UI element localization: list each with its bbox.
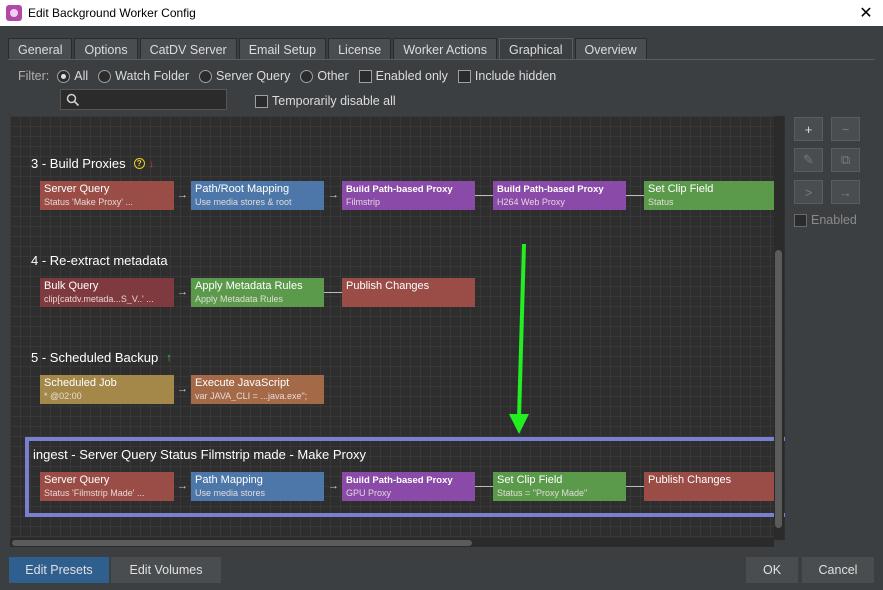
enabled-checkbox[interactable]: Enabled [794, 213, 857, 227]
connector-arrow-icon: → [328, 189, 339, 201]
node-build-proxy-filmstrip[interactable]: Build Path-based Proxy Filmstrip [342, 181, 475, 210]
connector-line [475, 486, 493, 487]
filter-row: Filter: All Watch Folder Server Query Ot… [18, 68, 566, 84]
node-build-proxy-h264[interactable]: Build Path-based Proxy H264 Web Proxy [493, 181, 626, 210]
connector-line [475, 195, 493, 196]
down-arrow-icon: ↓ [148, 157, 155, 170]
node-server-query[interactable]: Server Query Status 'Filmstrip Made' ... [40, 472, 174, 501]
node-publish-changes[interactable]: Publish Changes [644, 472, 774, 501]
app-icon [6, 5, 22, 21]
group-title-scheduled-backup[interactable]: 5 - Scheduled Backup ↑ [31, 350, 172, 365]
radio-indicator[interactable] [300, 69, 314, 83]
tab-general[interactable]: General [8, 38, 73, 60]
node-scheduled-job[interactable]: Scheduled Job * @02:00 [40, 375, 174, 404]
checkbox-label: Enabled only [375, 69, 448, 83]
group-title-text: ingest - Server Query Status Filmstrip m… [33, 447, 367, 462]
tab-email-setup[interactable]: Email Setup [238, 38, 327, 60]
title-bar: Edit Background Worker Config ✕ [0, 0, 883, 26]
radio-label: Other [317, 69, 349, 83]
node-build-proxy-gpu[interactable]: Build Path-based Proxy GPU Proxy [342, 472, 475, 501]
edit-presets-button[interactable]: Edit Presets [9, 557, 109, 583]
filter-check-enabled-only[interactable]: Enabled only [358, 69, 448, 83]
group-title-text: 5 - Scheduled Backup [31, 350, 159, 365]
connector-arrow-icon: → [328, 480, 339, 492]
connector-line [626, 486, 644, 487]
node-publish-changes[interactable]: Publish Changes [342, 278, 475, 307]
radio-indicator[interactable] [199, 69, 213, 83]
group-title-text: 3 - Build Proxies [31, 156, 126, 171]
add-button[interactable]: + [794, 117, 823, 141]
help-icon: ? [133, 158, 145, 169]
node-bulk-query[interactable]: Bulk Query clip[catdv.metada...S_V..' ..… [40, 278, 174, 307]
group-title-ingest[interactable]: ingest - Server Query Status Filmstrip m… [33, 447, 366, 462]
checkbox[interactable] [457, 69, 471, 83]
filter-radio-all[interactable]: All [57, 69, 88, 83]
search-icon [66, 93, 80, 106]
filter-check-include-hidden[interactable]: Include hidden [457, 69, 557, 83]
tab-divider [8, 59, 875, 60]
tab-overview[interactable]: Overview [574, 38, 647, 60]
window-title: Edit Background Worker Config [28, 6, 196, 20]
group-title-reextract-metadata[interactable]: 4 - Re-extract metadata [31, 253, 168, 268]
ok-button[interactable]: OK [746, 557, 798, 583]
tab-catdv-server[interactable]: CatDV Server [139, 38, 237, 60]
connector-line [626, 195, 644, 196]
node-set-clip-field[interactable]: Set Clip Field Status = "Proxy Made" [493, 472, 626, 501]
filter-label: Filter: [18, 69, 50, 83]
search-input[interactable] [60, 89, 227, 110]
node-server-query[interactable]: Server Query Status 'Make Proxy' ... [40, 181, 174, 210]
connector-arrow-icon: → [177, 383, 188, 395]
tab-graphical[interactable]: Graphical [499, 38, 573, 60]
edit-button[interactable]: ✎ [794, 148, 823, 172]
radio-label: Server Query [216, 69, 291, 83]
node-set-clip-field[interactable]: Set Clip Field Status [644, 181, 774, 210]
connect-button[interactable]: → [831, 180, 860, 204]
connector-arrow-icon: → [177, 480, 188, 492]
close-button[interactable]: ✕ [849, 0, 883, 26]
radio-indicator[interactable] [98, 69, 112, 83]
checkbox-label: Include hidden [474, 69, 557, 83]
connector-arrow-icon: → [177, 189, 188, 201]
node-execute-javascript[interactable]: Execute JavaScript var JAVA_CLI = ...jav… [191, 375, 324, 404]
tab-license[interactable]: License [328, 38, 392, 60]
remove-button[interactable]: − [831, 117, 860, 141]
filter-radio-other[interactable]: Other [300, 69, 349, 83]
checkbox[interactable] [794, 213, 807, 227]
node-path-mapping[interactable]: Path Mapping Use media stores [191, 472, 324, 501]
up-arrow-icon: ↑ [166, 351, 172, 364]
radio-label: All [74, 69, 89, 83]
connector-arrow-icon: → [177, 286, 188, 298]
node-path-root-mapping[interactable]: Path/Root Mapping Use media stores & roo… [191, 181, 324, 210]
tab-options[interactable]: Options [74, 38, 138, 60]
radio-label: Watch Folder [115, 69, 190, 83]
filter-radio-server-query[interactable]: Server Query [199, 69, 290, 83]
checkbox[interactable] [358, 69, 372, 83]
vertical-scroll-thumb[interactable] [775, 250, 782, 528]
radio-indicator[interactable] [57, 69, 71, 83]
temp-disable-label: Temporarily disable all [272, 94, 396, 108]
cancel-button[interactable]: Cancel [802, 557, 874, 583]
duplicate-button[interactable]: ⧉ [831, 148, 860, 172]
node-apply-metadata-rules[interactable]: Apply Metadata Rules Apply Metadata Rule… [191, 278, 324, 307]
filter-radio-watch-folder[interactable]: Watch Folder [98, 69, 189, 83]
group-title-build-proxies[interactable]: 3 - Build Proxies ? ↓ [31, 156, 154, 171]
split-button[interactable]: > [794, 180, 823, 204]
group-title-text: 4 - Re-extract metadata [31, 253, 168, 268]
checkbox[interactable] [255, 94, 268, 108]
edit-volumes-button[interactable]: Edit Volumes [111, 557, 221, 583]
tab-bar: General Options CatDV Server Email Setup… [8, 38, 649, 60]
tab-worker-actions[interactable]: Worker Actions [393, 38, 498, 60]
connector-line [324, 292, 342, 293]
temp-disable-all[interactable]: Temporarily disable all [255, 94, 396, 108]
horizontal-scroll-thumb[interactable] [12, 540, 472, 546]
enabled-label: Enabled [811, 213, 857, 227]
